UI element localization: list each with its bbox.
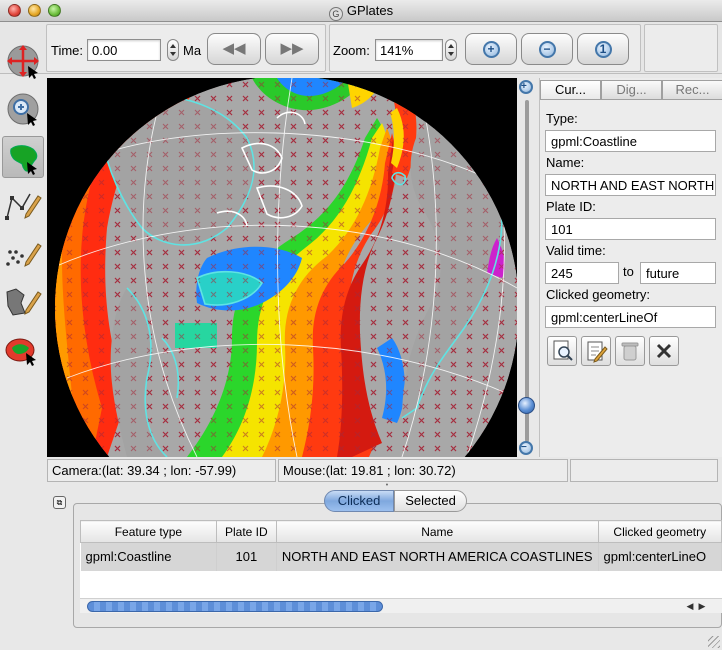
window-title-wrap: G GPlates [0, 3, 722, 21]
column-feature-type[interactable]: Feature type [80, 520, 217, 543]
table-horizontal-scrollbar[interactable]: ◀ ▶ [80, 598, 722, 613]
zoom-out-icon: − [538, 40, 556, 58]
reset-zoom-icon: 1 [594, 40, 612, 58]
tab-reconstruction[interactable]: Rec... [662, 80, 722, 100]
clicked-geometry-label: Clicked geometry: [546, 287, 651, 302]
globe-view[interactable] [47, 78, 517, 457]
rewind-button[interactable]: ◀◀ [207, 33, 261, 65]
column-clicked-geometry[interactable]: Clicked geometry [597, 520, 722, 543]
feature-panel: Cur... Dig... Rec... Type: gpml:Coastlin… [539, 78, 722, 457]
digitise-multipoint-icon [6, 243, 42, 267]
plate-id-label: Plate ID: [546, 199, 596, 214]
column-plate-id[interactable]: Plate ID [215, 520, 277, 543]
tab-current-feature[interactable]: Cur... [540, 80, 601, 100]
valid-to-label: to [623, 264, 634, 279]
time-unit-label: Ma [183, 43, 202, 58]
query-feature-button[interactable] [547, 336, 577, 366]
move-vertex-tool[interactable] [2, 328, 44, 370]
zoom-label: Zoom: [333, 43, 370, 58]
zoom-globe-icon [7, 93, 39, 126]
resize-grip-icon[interactable] [708, 636, 720, 648]
zoom-control-group: Zoom: + − 1 [329, 24, 641, 72]
float-dock-icon[interactable]: ⧉ [53, 496, 66, 509]
rewind-icon: ◀◀ [222, 40, 246, 57]
edit-icon [587, 341, 608, 363]
zoom-globe-tool[interactable] [2, 88, 44, 130]
slider-track [525, 100, 529, 442]
query-icon [553, 340, 573, 361]
name-label: Name: [546, 155, 585, 170]
time-label: Time: [51, 43, 84, 58]
slider-thumb[interactable] [518, 397, 535, 414]
click-geometry-icon [10, 145, 38, 175]
cell-clicked-geometry: gpml:centerLineO [598, 542, 722, 571]
type-label: Type: [546, 111, 578, 126]
toolbar: Time: Ma ◀◀ ▶▶ Zoom: + − 1 [0, 22, 722, 74]
camera-status: Camera:(lat: 39.34 ; lon: -57.99) [47, 459, 276, 482]
valid-time-label: Valid time: [546, 243, 606, 258]
digitise-polyline-icon [5, 193, 42, 220]
slider-zoom-out-icon[interactable]: − [519, 441, 533, 455]
move-vertex-icon [5, 338, 36, 366]
tab-clicked[interactable]: Clicked [324, 490, 394, 512]
click-geometry-tool[interactable] [2, 136, 44, 178]
zoom-in-button[interactable]: + [465, 33, 517, 65]
status-spare [570, 459, 718, 482]
toolbar-spacer [644, 24, 718, 72]
scroll-left-icon[interactable]: ◀ [684, 600, 696, 613]
zoom-stepper[interactable] [445, 39, 457, 61]
zoom-in-icon: + [482, 40, 500, 58]
digitise-polygon-tool[interactable] [2, 280, 44, 322]
delete-feature-button[interactable] [615, 336, 645, 366]
valid-to-field[interactable]: future [640, 262, 716, 284]
clicked-geometry-field[interactable]: gpml:centerLineOf [545, 306, 716, 328]
table-empty-area [80, 571, 722, 598]
title-bar: G GPlates [0, 0, 722, 22]
zoom-slider[interactable]: + − [517, 78, 537, 457]
panel-tabs: Cur... Dig... Rec... [540, 80, 722, 100]
tab-selected[interactable]: Selected [394, 490, 467, 512]
scrollbar-thumb[interactable] [87, 601, 383, 612]
fast-forward-button[interactable]: ▶▶ [265, 33, 319, 65]
time-stepper[interactable] [167, 39, 179, 61]
fast-forward-icon: ▶▶ [280, 40, 304, 57]
tab-digitisation[interactable]: Dig... [601, 80, 662, 100]
time-control-group: Time: Ma ◀◀ ▶▶ [46, 24, 326, 72]
column-name[interactable]: Name [275, 520, 599, 543]
mouse-status: Mouse:(lat: 19.81 ; lon: 30.72) [278, 459, 568, 482]
drag-globe-tool[interactable] [2, 40, 44, 82]
name-field[interactable]: NORTH AND EAST NORTH [545, 174, 716, 196]
cell-feature-type: gpml:Coastline [80, 542, 217, 571]
trash-icon [621, 342, 639, 361]
digitise-multipoint-tool[interactable] [2, 232, 44, 274]
scroll-right-icon[interactable]: ▶ [696, 600, 708, 613]
cell-plate-id: 101 [216, 542, 277, 571]
clear-selection-button[interactable] [649, 336, 679, 366]
splitter-grip-icon[interactable]: • [383, 482, 391, 489]
edit-feature-button[interactable] [581, 336, 611, 366]
zoom-out-button[interactable]: − [521, 33, 573, 65]
table-row[interactable]: gpml:Coastline 101 NORTH AND EAST NORTH … [80, 542, 722, 571]
valid-from-field[interactable]: 245 [545, 262, 619, 284]
digitise-polygon-icon [6, 288, 42, 316]
zoom-input[interactable] [375, 39, 443, 61]
globe-canvas [47, 78, 517, 457]
digitise-polyline-tool[interactable] [2, 184, 44, 226]
drag-globe-icon [7, 45, 39, 79]
table-header-row: Feature type Plate ID Name Clicked geome… [80, 520, 722, 543]
slider-zoom-in-icon[interactable]: + [519, 80, 533, 94]
plate-id-field[interactable]: 101 [545, 218, 716, 240]
clicked-features-table: Feature type Plate ID Name Clicked geome… [80, 520, 722, 571]
time-input[interactable] [87, 39, 161, 61]
type-field[interactable]: gpml:Coastline [545, 130, 716, 152]
clear-icon [656, 343, 672, 359]
reset-zoom-button[interactable]: 1 [577, 33, 629, 65]
gplates-logo-icon: G [328, 7, 343, 21]
cell-name: NORTH AND EAST NORTH AMERICA COASTLINES [276, 542, 599, 571]
window-title: GPlates [346, 3, 394, 18]
